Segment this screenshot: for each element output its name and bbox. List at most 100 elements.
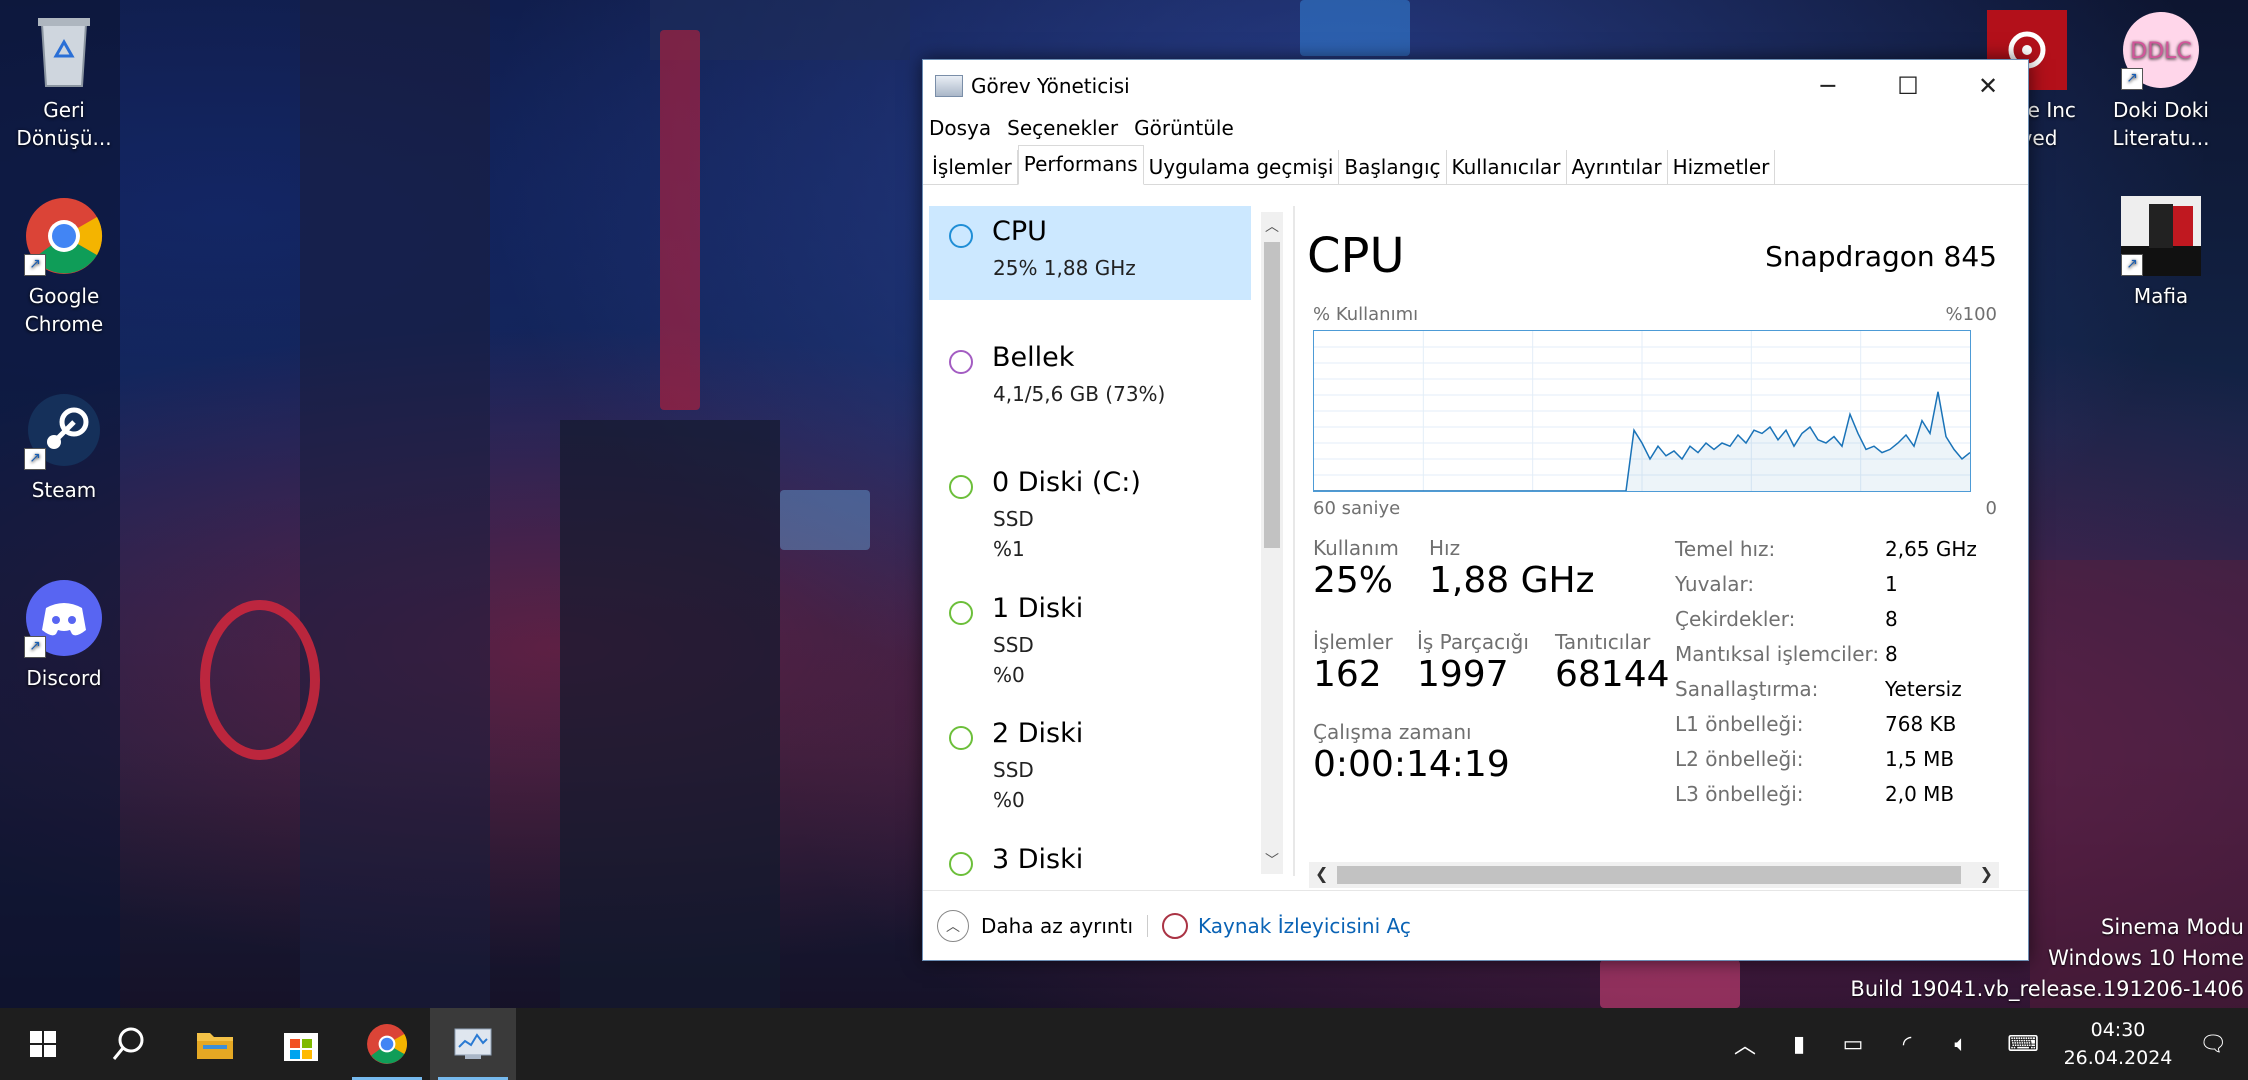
battery-icon[interactable]: ▭ bbox=[1826, 1032, 1880, 1057]
tab-details[interactable]: Ayrıntılar bbox=[1567, 150, 1668, 184]
resource-item[interactable]: 1 Diski SSD %0 bbox=[929, 583, 1251, 703]
stat-threads-value: 1997 bbox=[1417, 654, 1509, 695]
spec-value: 2,65 GHz bbox=[1885, 537, 1977, 561]
scroll-right-icon[interactable]: ❯ bbox=[1980, 864, 1993, 883]
stat-usage: Kullanım 25% bbox=[1313, 536, 1399, 601]
resource-monitor-icon bbox=[1162, 913, 1189, 939]
resource-list-scrollbar[interactable]: ︿ ﹀ bbox=[1261, 212, 1283, 874]
desktop-icon-doki-doki[interactable]: DDLC ↗ Doki Doki Literatu... bbox=[2106, 10, 2216, 152]
menu-options[interactable]: Seçenekler bbox=[1007, 116, 1118, 140]
footer-divider bbox=[1147, 915, 1149, 937]
spec-key: Yuvalar: bbox=[1675, 572, 1755, 596]
mafia-label: Mafia bbox=[2133, 284, 2189, 308]
taskbar-file-explorer[interactable] bbox=[172, 1008, 258, 1080]
chrome-label: Google Chrome bbox=[24, 284, 104, 336]
doki-doki-label: Doki Doki Literatu... bbox=[2112, 98, 2210, 150]
steam-icon: ↗ bbox=[24, 390, 104, 470]
desktop-icon-steam[interactable]: ↗ Steam bbox=[9, 390, 119, 504]
keyboard-icon[interactable]: ⌨ bbox=[1988, 1032, 2058, 1057]
resource-sub1: 4,1/5,6 GB (73%) bbox=[993, 381, 1166, 406]
stat-handles: Tanıtıcılar 68144 bbox=[1555, 630, 1670, 695]
shortcut-arrow-icon: ↗ bbox=[24, 636, 46, 658]
spec-key: L1 önbelleği: bbox=[1675, 712, 1804, 736]
wifi-icon[interactable]: ◜ bbox=[1880, 1032, 1934, 1057]
start-button[interactable] bbox=[0, 1008, 86, 1080]
volume-icon[interactable]: 🔈︎ bbox=[1934, 1032, 1988, 1057]
resource-item[interactable]: Bellek 4,1/5,6 GB (73%) bbox=[929, 332, 1251, 452]
detail-horizontal-scrollbar[interactable]: ❮ ❯ bbox=[1309, 862, 1999, 888]
stat-uptime-value: 0:00:14:19 bbox=[1313, 744, 1510, 785]
clock[interactable]: 04:30 26.04.2024 bbox=[2058, 1016, 2178, 1072]
resource-sub2: %0 bbox=[993, 788, 1025, 812]
desktop-icon-mafia[interactable]: ↗ Mafia bbox=[2106, 196, 2216, 310]
taskbar-chrome[interactable] bbox=[344, 1008, 430, 1080]
spec-row: L2 önbelleği: 1,5 MB bbox=[1675, 742, 1977, 777]
graph-usage-label: % Kullanımı bbox=[1313, 304, 1419, 325]
chevron-up-icon[interactable]: ︿ bbox=[1718, 1028, 1772, 1060]
notifications-icon[interactable]: 🗨︎ bbox=[2178, 1032, 2248, 1057]
spec-row: Temel hız: 2,65 GHz bbox=[1675, 532, 1977, 567]
tray-app-icon[interactable]: ▮ bbox=[1772, 1032, 1826, 1057]
resource-item[interactable]: 2 Diski SSD %0 bbox=[929, 708, 1251, 828]
spec-value: 1 bbox=[1885, 572, 1898, 596]
taskbar-task-manager[interactable] bbox=[430, 1008, 516, 1080]
stat-uptime-label: Çalışma zamanı bbox=[1313, 720, 1472, 744]
close-button[interactable]: ✕ bbox=[1948, 60, 2028, 112]
resource-sub1: SSD bbox=[993, 507, 1034, 531]
scroll-up-icon[interactable]: ︿ bbox=[1265, 216, 1279, 236]
spec-row: Yuvalar: 1 bbox=[1675, 567, 1977, 602]
spec-key: Mantıksal işlemciler: bbox=[1675, 642, 1880, 666]
resource-item[interactable]: 0 Diski (C:) SSD %1 bbox=[929, 457, 1251, 577]
spec-row: Sanallaştırma: Yetersiz bbox=[1675, 672, 1977, 707]
desktop-icon-recycle-bin[interactable]: Geri Dönüşü... bbox=[9, 10, 119, 152]
minimize-button[interactable]: ─ bbox=[1788, 60, 1868, 112]
stat-speed-value: 1,88 GHz bbox=[1429, 560, 1595, 601]
scroll-left-icon[interactable]: ❮ bbox=[1315, 864, 1328, 883]
stat-uptime: Çalışma zamanı 0:00:14:19 bbox=[1313, 720, 1510, 785]
scrollbar-thumb[interactable] bbox=[1264, 242, 1280, 548]
menu-file[interactable]: Dosya bbox=[929, 116, 991, 140]
stat-handles-label: Tanıtıcılar bbox=[1555, 630, 1651, 654]
search-button[interactable] bbox=[86, 1008, 172, 1080]
scrollbar-thumb[interactable] bbox=[1337, 866, 1961, 884]
chevron-up-icon[interactable]: ︿ bbox=[937, 910, 969, 942]
scroll-down-icon[interactable]: ﹀ bbox=[1265, 850, 1279, 870]
resource-item[interactable]: CPU 25% 1,88 GHz bbox=[929, 206, 1251, 300]
graph-time-label: 60 saniye bbox=[1313, 498, 1401, 519]
tab-bar: İşlemler Performans Uygulama geçmişi Baş… bbox=[923, 144, 2028, 185]
chrome-icon bbox=[367, 1024, 407, 1064]
resource-item[interactable]: 3 DiskiSSD%0 bbox=[929, 834, 1251, 877]
spec-value: Yetersiz bbox=[1885, 677, 1962, 701]
tab-performance[interactable]: Performans bbox=[1017, 145, 1144, 185]
steam-label: Steam bbox=[31, 478, 97, 502]
clock-date: 26.04.2024 bbox=[2063, 1047, 2173, 1069]
tab-processes[interactable]: İşlemler bbox=[927, 150, 1018, 184]
stat-threads-label: İş Parçacığı bbox=[1417, 630, 1529, 654]
resource-list: CPU 25% 1,88 GHz Bellek 4,1/5,6 GB (73%) 0 D… bbox=[929, 206, 1263, 876]
resource-sub1: SSD bbox=[993, 758, 1034, 782]
open-resource-monitor-link[interactable]: Kaynak İzleyicisini Aç bbox=[1198, 914, 1411, 938]
resource-circle-icon bbox=[949, 851, 973, 876]
menu-view[interactable]: Görüntüle bbox=[1134, 116, 1234, 140]
stat-speed: Hız 1,88 GHz bbox=[1429, 536, 1594, 601]
spec-row: Çekirdekler: 8 bbox=[1675, 602, 1977, 637]
taskbar-store[interactable] bbox=[258, 1008, 344, 1080]
desktop-icon-google-chrome[interactable]: ↗ Google Chrome bbox=[9, 196, 119, 338]
resource-circle-icon bbox=[949, 726, 973, 750]
chrome-icon: ↗ bbox=[24, 196, 104, 276]
maximize-button[interactable]: ☐ bbox=[1868, 60, 1948, 112]
title-bar[interactable]: Görev Yöneticisi ─ ☐ ✕ bbox=[923, 60, 2028, 112]
less-details-link[interactable]: Daha az ayrıntı bbox=[981, 914, 1133, 938]
desktop-icon-discord[interactable]: ↗ Discord bbox=[9, 578, 119, 692]
stat-threads: İş Parçacığı 1997 bbox=[1417, 630, 1529, 695]
tab-users[interactable]: Kullanıcılar bbox=[1447, 150, 1567, 184]
tab-startup[interactable]: Başlangıç bbox=[1339, 150, 1447, 184]
spec-row: Mantıksal işlemciler: 8 bbox=[1675, 637, 1977, 672]
stat-processes-label: İşlemler bbox=[1313, 630, 1393, 654]
tab-services[interactable]: Hizmetler bbox=[1668, 150, 1776, 184]
spec-value: 2,0 MB bbox=[1885, 782, 1955, 806]
resource-name: CPU bbox=[992, 216, 1047, 247]
shortcut-arrow-icon: ↗ bbox=[2121, 68, 2143, 90]
tab-app-history[interactable]: Uygulama geçmişi bbox=[1144, 150, 1340, 184]
cpu-specs: Temel hız: 2,65 GHz Yuvalar: 1 Çekirdekler: 8… bbox=[1675, 532, 1977, 812]
